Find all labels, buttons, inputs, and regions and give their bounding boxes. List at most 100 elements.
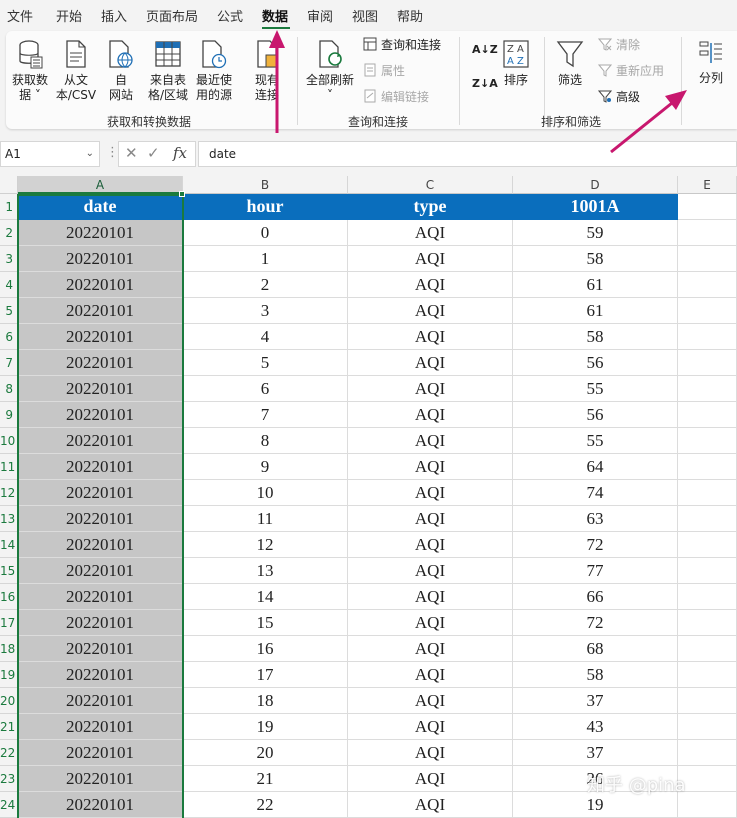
table-cell[interactable]: 59: [513, 220, 678, 246]
advanced-filter-button[interactable]: 高级: [598, 88, 640, 106]
sort-ascending-button[interactable]: A↓Z: [472, 41, 498, 59]
column-header-d[interactable]: D: [513, 176, 678, 194]
sort-button[interactable]: Z A A Z 排序: [498, 39, 534, 88]
chevron-down-icon[interactable]: ⌄: [86, 142, 94, 166]
table-cell[interactable]: 58: [513, 246, 678, 272]
row-header[interactable]: 22: [0, 740, 18, 766]
table-cell[interactable]: 61: [513, 272, 678, 298]
table-cell[interactable]: [678, 402, 737, 428]
column-header-a[interactable]: A: [18, 176, 183, 194]
table-cell[interactable]: 20220101: [18, 506, 183, 532]
table-cell[interactable]: 20220101: [18, 350, 183, 376]
row-header[interactable]: 7: [0, 350, 18, 376]
table-cell[interactable]: 77: [513, 558, 678, 584]
table-cell[interactable]: 14: [183, 584, 348, 610]
header-cell[interactable]: date: [18, 194, 183, 220]
menu-formulas[interactable]: 公式: [217, 6, 243, 25]
formula-input[interactable]: date: [198, 141, 737, 167]
table-cell[interactable]: AQI: [348, 272, 513, 298]
table-cell[interactable]: 6: [183, 376, 348, 402]
table-cell[interactable]: AQI: [348, 324, 513, 350]
enter-icon[interactable]: ✓: [147, 144, 160, 162]
table-cell[interactable]: 19: [183, 714, 348, 740]
table-cell[interactable]: 20220101: [18, 662, 183, 688]
header-cell[interactable]: type: [348, 194, 513, 220]
table-cell[interactable]: AQI: [348, 740, 513, 766]
filter-button[interactable]: 筛选: [552, 39, 588, 88]
table-cell[interactable]: 61: [513, 298, 678, 324]
recent-sources-button[interactable]: 最近使 用的源: [192, 39, 236, 103]
table-cell[interactable]: AQI: [348, 298, 513, 324]
table-cell[interactable]: 20220101: [18, 454, 183, 480]
menu-view[interactable]: 视图: [352, 6, 378, 25]
table-cell[interactable]: 20220101: [18, 532, 183, 558]
row-header[interactable]: 21: [0, 714, 18, 740]
header-cell[interactable]: 1001A: [513, 194, 678, 220]
table-cell[interactable]: 64: [513, 454, 678, 480]
table-cell[interactable]: 11: [183, 506, 348, 532]
table-cell[interactable]: 58: [513, 324, 678, 350]
table-cell[interactable]: 20220101: [18, 376, 183, 402]
table-cell[interactable]: 74: [513, 480, 678, 506]
table-cell[interactable]: 55: [513, 376, 678, 402]
table-cell[interactable]: [678, 740, 737, 766]
row-header[interactable]: 9: [0, 402, 18, 428]
table-cell[interactable]: 22: [183, 792, 348, 818]
table-cell[interactable]: 17: [183, 662, 348, 688]
table-cell[interactable]: 37: [513, 740, 678, 766]
table-cell[interactable]: 20220101: [18, 428, 183, 454]
row-header[interactable]: 4: [0, 272, 18, 298]
table-cell[interactable]: 20220101: [18, 792, 183, 818]
table-cell[interactable]: 5: [183, 350, 348, 376]
refresh-all-button[interactable]: 全部刷新 ˅: [303, 39, 357, 103]
fx-icon[interactable]: fx: [173, 144, 187, 162]
queries-connections-button[interactable]: 查询和连接: [363, 36, 441, 54]
table-cell[interactable]: 13: [183, 558, 348, 584]
menu-insert[interactable]: 插入: [101, 6, 127, 25]
row-header[interactable]: 2: [0, 220, 18, 246]
table-cell[interactable]: 66: [513, 584, 678, 610]
table-cell[interactable]: 3: [183, 298, 348, 324]
table-cell[interactable]: 9: [183, 454, 348, 480]
row-header[interactable]: 10: [0, 428, 18, 454]
table-cell[interactable]: 20220101: [18, 272, 183, 298]
table-cell[interactable]: AQI: [348, 714, 513, 740]
table-cell[interactable]: [678, 480, 737, 506]
table-cell[interactable]: 0: [183, 220, 348, 246]
column-header-e[interactable]: E: [678, 176, 737, 194]
table-cell[interactable]: 1: [183, 246, 348, 272]
table-cell[interactable]: [678, 298, 737, 324]
table-cell[interactable]: [678, 454, 737, 480]
menu-help[interactable]: 帮助: [397, 6, 423, 25]
table-cell[interactable]: AQI: [348, 246, 513, 272]
row-header[interactable]: 14: [0, 532, 18, 558]
table-cell[interactable]: 20220101: [18, 636, 183, 662]
table-cell[interactable]: AQI: [348, 636, 513, 662]
menu-home[interactable]: 开始: [56, 6, 82, 25]
row-header[interactable]: 24: [0, 792, 18, 818]
column-header-b[interactable]: B: [183, 176, 348, 194]
table-cell[interactable]: 21: [183, 766, 348, 792]
table-cell[interactable]: 56: [513, 350, 678, 376]
row-header[interactable]: 18: [0, 636, 18, 662]
row-header[interactable]: 19: [0, 662, 18, 688]
table-cell[interactable]: 16: [183, 636, 348, 662]
menu-file[interactable]: 文件: [7, 6, 33, 25]
table-cell[interactable]: [678, 506, 737, 532]
table-cell[interactable]: 20220101: [18, 584, 183, 610]
existing-connections-button[interactable]: 现有 连接: [249, 39, 285, 103]
row-header[interactable]: 20: [0, 688, 18, 714]
table-cell[interactable]: 7: [183, 402, 348, 428]
table-cell[interactable]: 37: [513, 688, 678, 714]
sort-descending-button[interactable]: Z↓A: [472, 75, 498, 93]
table-cell[interactable]: 20220101: [18, 402, 183, 428]
row-header[interactable]: 15: [0, 558, 18, 584]
table-cell[interactable]: [678, 428, 737, 454]
table-cell[interactable]: [678, 350, 737, 376]
table-cell[interactable]: 20220101: [18, 324, 183, 350]
table-cell[interactable]: 56: [513, 402, 678, 428]
table-cell[interactable]: [678, 376, 737, 402]
table-cell[interactable]: [678, 246, 737, 272]
fill-handle[interactable]: [179, 191, 185, 197]
table-cell[interactable]: 10: [183, 480, 348, 506]
